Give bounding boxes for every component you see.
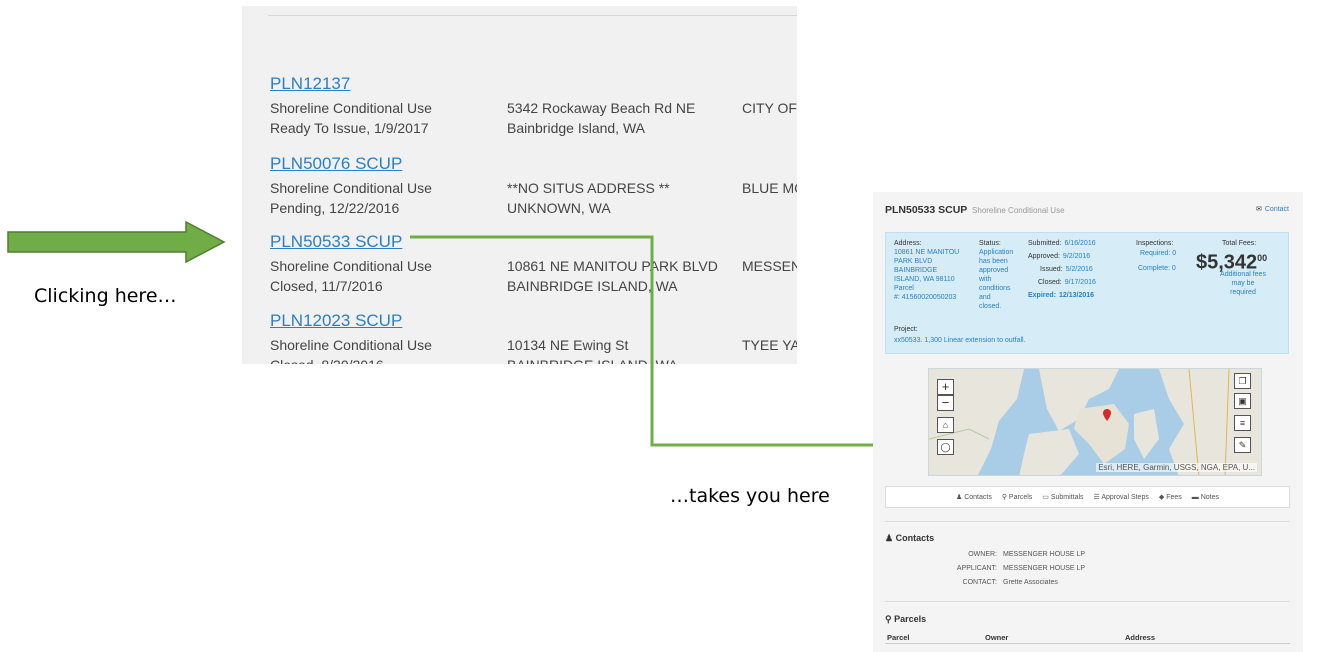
tab-submittals[interactable]: ▭ Submittals [1042, 493, 1083, 501]
home-icon[interactable]: ⌂ [937, 417, 954, 433]
tab-approval-steps[interactable]: ☰ Approval Steps [1094, 493, 1149, 501]
tag-icon: ◆ [1158, 494, 1165, 501]
divider [268, 15, 797, 16]
divider [885, 643, 1290, 644]
layers-icon[interactable]: ❐ [1234, 373, 1251, 389]
permit-type: Shoreline Conditional Use [270, 337, 432, 353]
permit-link-highlighted[interactable]: PLN50533 SCUP [270, 232, 402, 252]
takes-you-here-caption: …takes you here [670, 485, 830, 507]
permit-number: PLN50533 SCUP [885, 204, 968, 216]
map-basemap [929, 369, 1261, 475]
permit-type: Shoreline Conditional Use [270, 100, 432, 116]
list-item: PLN12023 SCUP Shoreline Conditional Use … [270, 311, 797, 364]
column-header-owner: Owner [985, 633, 1009, 642]
map-marker-icon: ⚲ [885, 614, 892, 624]
address-block: 10861 NE MANITOU PARK BLVD BAINBRIDGE IS… [894, 249, 960, 301]
comment-icon: ▬ [1191, 493, 1199, 501]
zoom-out-button[interactable]: − [937, 395, 954, 411]
list-item: PLN12137 Shoreline Conditional Use 5342 … [270, 74, 797, 138]
permit-owner: MESSEN [742, 258, 797, 274]
permit-link[interactable]: PLN12023 SCUP [270, 311, 402, 331]
contacts-heading: ♟ Contacts [885, 533, 935, 543]
permit-address-line1: **NO SITUS ADDRESS ** [507, 180, 670, 196]
list-icon: ☰ [1093, 494, 1100, 501]
map-marker-icon: ⚲ [1001, 494, 1007, 501]
permit-address-line1: 10134 NE Ewing St [507, 337, 629, 353]
permit-address-line2: Bainbridge Island, WA [507, 120, 645, 136]
key-dates: Submitted: 6/16/2016 Approved: 9/2/2016 Is… [1028, 240, 1096, 299]
summary-panel: Address: 10861 NE MANITOU PARK BLVD BAIN… [885, 232, 1289, 354]
status-text: Application has been approved with condi… [979, 249, 1014, 310]
permit-address-line1: 5342 Rockaway Beach Rd NE [507, 100, 696, 116]
permit-status: Ready To Issue, 1/9/2017 [270, 120, 429, 136]
permit-owner: BLUE MC [742, 180, 797, 196]
tab-notes[interactable]: ▬ Notes [1192, 494, 1219, 501]
green-arrow-graphic [7, 220, 226, 264]
permit-status: Closed, 11/7/2016 [270, 278, 383, 294]
fees-note: Additional fees may be required [1220, 271, 1266, 296]
detail-tabs: ♟ Contacts ⚲ Parcels ▭ Submittals ☰ Appr… [885, 486, 1290, 508]
locate-icon[interactable]: ◯ [937, 439, 954, 455]
user-icon: ♟ [955, 494, 963, 501]
permit-detail-screenshot: PLN50533 SCUP Shoreline Conditional Use … [873, 192, 1303, 652]
divider [885, 521, 1290, 522]
tab-fees[interactable]: ◆ Fees [1159, 493, 1182, 501]
permit-type: Shoreline Conditional Use [270, 258, 432, 274]
parcel-map[interactable]: + − ⌂ ◯ ❐ ▣ ≡ ✎ Esri, HERE, Garmin, USGS… [928, 368, 1262, 476]
permit-list-screenshot: PLN12137 Shoreline Conditional Use 5342 … [242, 6, 797, 364]
permit-link[interactable]: PLN50076 SCUP [270, 154, 402, 174]
project-description: xx50533. 1,300 Linear extension to outfa… [894, 337, 1026, 344]
clicking-here-caption: Clicking here… [34, 285, 177, 307]
page-title: PLN50533 SCUP Shoreline Conditional Use [885, 204, 1065, 216]
list-icon[interactable]: ≡ [1234, 415, 1251, 431]
user-icon: ♟ [885, 533, 894, 543]
permit-address-line2: UNKNOWN, WA [507, 200, 611, 216]
list-item: PLN50533 SCUP Shoreline Conditional Use … [270, 232, 797, 296]
contact-row: CONTACT: Grette Associates [962, 579, 1058, 586]
divider [885, 601, 1290, 602]
edit-icon[interactable]: ✎ [1234, 437, 1251, 453]
basemap-icon[interactable]: ▣ [1234, 393, 1251, 409]
zoom-in-button[interactable]: + [937, 379, 954, 395]
column-header-parcel: Parcel [887, 633, 910, 642]
inspections-complete: Complete: 0 [1138, 265, 1176, 272]
permit-address-line2: BAINBRIDGE ISLAND, WA [507, 278, 678, 294]
contact-row: APPLICANT: MESSENGER HOUSE LP [956, 565, 1086, 572]
permit-owner: CITY OF [742, 100, 797, 116]
address-label: Address: [894, 240, 922, 247]
envelope-icon: ✉ [1256, 206, 1262, 213]
contact-link[interactable]: ✉ Contact [1256, 205, 1289, 213]
contact-row: OWNER: MESSENGER HOUSE LP [968, 551, 1086, 558]
tab-parcels[interactable]: ⚲ Parcels [1002, 493, 1032, 501]
permit-link[interactable]: PLN12137 [270, 74, 350, 94]
project-label: Project: [894, 326, 918, 333]
parcels-heading: ⚲ Parcels [885, 614, 927, 624]
status-label: Status: [979, 240, 1001, 247]
permit-address-line2: BAINBRIDGE ISLAND, WA [507, 355, 742, 364]
inspections-required: Required: 0 [1140, 250, 1177, 257]
inspections-label: Inspections: [1136, 240, 1174, 247]
permit-address-line1: 10861 NE MANITOU PARK BLVD [507, 258, 718, 274]
permit-type: Shoreline Conditional Use [270, 180, 432, 196]
map-attribution: Esri, HERE, Garmin, USGS, NGA, EPA, U... [1096, 463, 1257, 472]
inbox-icon: ▭ [1042, 494, 1049, 501]
list-item: PLN50076 SCUP Shoreline Conditional Use … [270, 154, 797, 218]
permit-status: Closed, 8/30/2016 [270, 355, 507, 364]
tab-contacts[interactable]: ♟ Contacts [956, 493, 992, 501]
permit-type: Shoreline Conditional Use [972, 206, 1065, 215]
permit-status: Pending, 12/22/2016 [270, 200, 400, 216]
column-header-address: Address [1125, 633, 1156, 642]
permit-owner: TYEE YA [742, 337, 797, 353]
